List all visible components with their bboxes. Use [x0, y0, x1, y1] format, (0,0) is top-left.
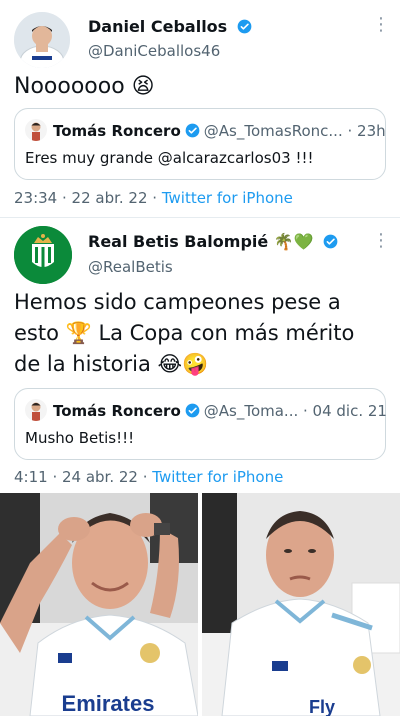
- tweet-timestamp[interactable]: 4:11 · 24 abr. 22 ·: [14, 468, 152, 486]
- shirt-sponsor-text: Fly: [309, 697, 335, 716]
- quoted-tweet-text: Eres muy grande @alcarazcarlos03 !!!: [25, 149, 314, 167]
- tweet-ceballos[interactable]: Daniel Ceballos @DaniCeballos46 ⋮ Nooooo…: [0, 0, 400, 216]
- author-name[interactable]: Real Betis Balompié 🌴💚: [88, 232, 338, 251]
- shirt-sponsor-text: Emirates: [62, 691, 155, 716]
- quoted-handle-time: @As_Toma... · 04 dic. 21: [203, 402, 387, 420]
- avatar-roncero[interactable]: [25, 399, 47, 421]
- quoted-tweet-text: Musho Betis!!!: [25, 429, 135, 447]
- photo-right[interactable]: Fly: [202, 493, 400, 716]
- tweet-text-line-1: Hemos sido campeones pese a: [14, 290, 341, 314]
- avatar-ceballos[interactable]: [14, 12, 70, 68]
- quoted-tweet-header: Tomás Roncero @As_TomasRonc... · 23h: [25, 119, 386, 141]
- verified-badge-icon: [185, 403, 200, 418]
- meme-photos: Emirates Fly: [0, 493, 400, 716]
- tweet-source-link[interactable]: Twitter for iPhone: [152, 468, 283, 486]
- verified-badge-icon: [185, 123, 200, 138]
- author-handle[interactable]: @DaniCeballos46: [88, 42, 220, 60]
- avatar-realbetis[interactable]: [14, 226, 72, 284]
- more-options-icon[interactable]: ⋮: [372, 230, 390, 251]
- tweet-text-line-2: esto 🏆 La Copa con más mérito: [14, 321, 355, 345]
- author-name-text: Real Betis Balompié 🌴💚: [88, 232, 314, 251]
- quoted-handle-time: @As_TomasRonc... · 23h: [203, 122, 386, 140]
- quoted-tweet[interactable]: Tomás Roncero @As_Toma... · 04 dic. 21 Mu…: [14, 388, 387, 460]
- more-options-icon[interactable]: ⋮: [372, 14, 390, 35]
- verified-badge-icon: [323, 234, 338, 249]
- tweet-metadata: 4:11 · 24 abr. 22 · Twitter for iPhone: [14, 468, 283, 486]
- tweet-text: Nooooooo 😫: [14, 74, 155, 99]
- author-handle[interactable]: @RealBetis: [88, 258, 173, 276]
- tweet-timestamp[interactable]: 23:34 · 22 abr. 22 ·: [14, 189, 162, 207]
- author-name-text: Daniel Ceballos: [88, 17, 228, 36]
- quoted-author-name[interactable]: Tomás Roncero: [53, 122, 181, 140]
- tweet-realbetis[interactable]: Real Betis Balompié 🌴💚 @RealBetis ⋮ Hemo…: [0, 218, 400, 492]
- quoted-tweet[interactable]: Tomás Roncero @As_TomasRonc... · 23h Eres…: [14, 108, 386, 180]
- tweet-text-line-3: de la historia 😂🤪: [14, 352, 209, 376]
- photo-left[interactable]: Emirates: [0, 493, 198, 716]
- quoted-tweet-header: Tomás Roncero @As_Toma... · 04 dic. 21: [25, 399, 387, 421]
- verified-badge-icon: [237, 19, 252, 34]
- avatar-roncero[interactable]: [25, 119, 47, 141]
- author-name[interactable]: Daniel Ceballos: [88, 17, 252, 36]
- tweet-source-link[interactable]: Twitter for iPhone: [162, 189, 293, 207]
- quoted-author-name[interactable]: Tomás Roncero: [53, 402, 181, 420]
- tweet-metadata: 23:34 · 22 abr. 22 · Twitter for iPhone: [14, 189, 293, 207]
